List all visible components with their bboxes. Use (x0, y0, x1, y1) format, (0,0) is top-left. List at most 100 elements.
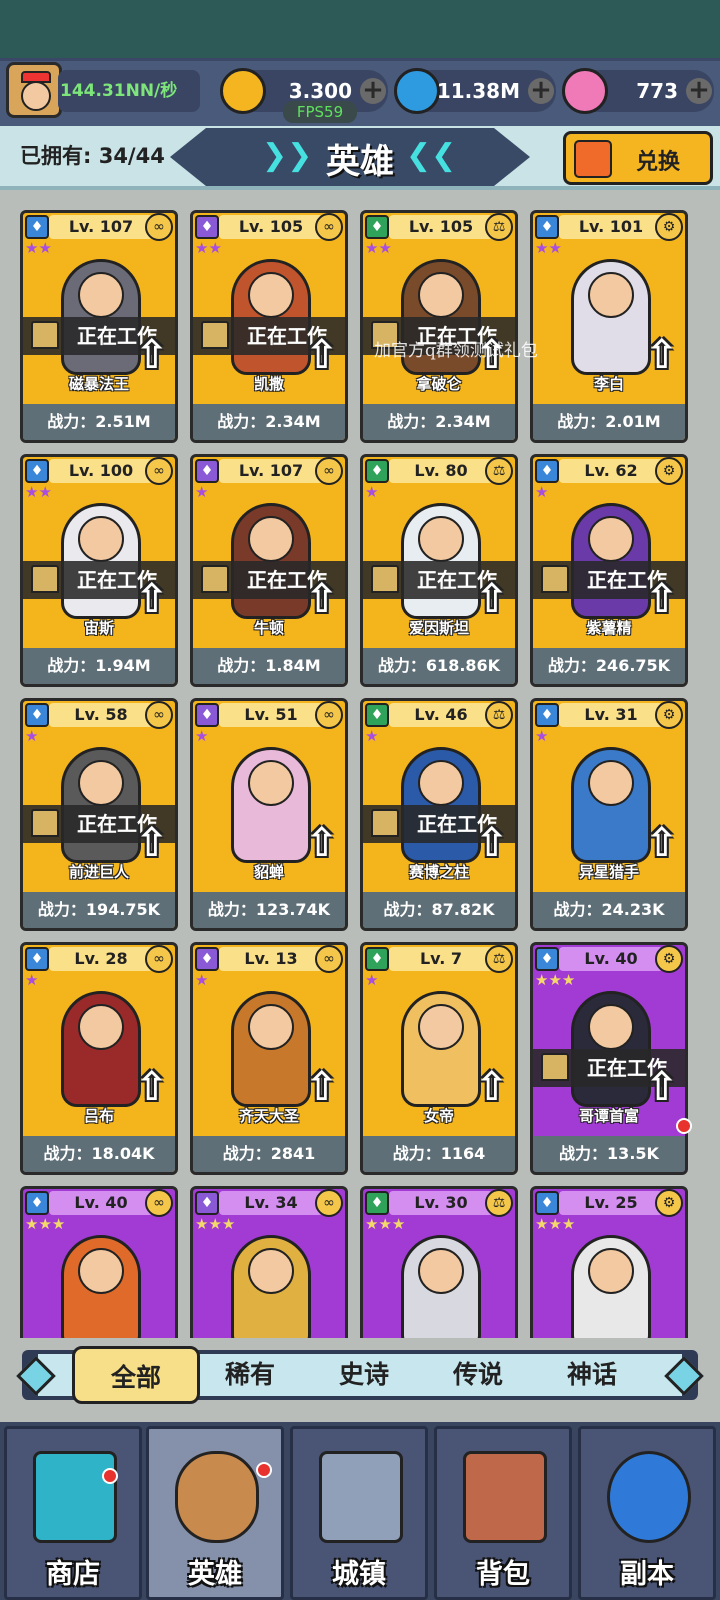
hero-power: 战力：1164 (363, 1136, 515, 1172)
hero-level: Lv. 28 (49, 947, 153, 971)
fps-counter: FPS59 (283, 101, 357, 123)
element-badge-icon: ⚙ (655, 945, 683, 973)
star-rating: ★ (25, 727, 39, 745)
hero-portrait (231, 1235, 311, 1338)
element-badge-icon: ∞ (315, 945, 343, 973)
star-rating: ★ (195, 483, 209, 501)
hero-card[interactable]: ♦ Lv. 80 ⚖ ★ 正在工作 ⇧ 爱因斯坦 战力：618.86K (360, 454, 518, 687)
class-badge-icon: ♦ (535, 215, 559, 239)
tab-epic[interactable]: 史诗 (308, 1354, 420, 1396)
element-badge-icon: ∞ (145, 945, 173, 973)
nav-heroes[interactable]: 英雄 (146, 1426, 284, 1600)
hero-power: 战力：2.01M (533, 404, 685, 440)
hero-card[interactable]: ♦ Lv. 105 ⚖ ★★ 正在工作 ⇧ 拿破仑 战力：2.34M (360, 210, 518, 443)
hero-name: 女帝 (423, 1107, 454, 1125)
redeem-label: 兑换 (636, 150, 681, 175)
building-icon (201, 565, 229, 593)
hero-power: 战力：246.75K (533, 648, 685, 684)
element-badge-icon: ∞ (315, 457, 343, 485)
hero-power: 战力：2841 (193, 1136, 345, 1172)
element-badge-icon: ∞ (315, 213, 343, 241)
hero-card[interactable]: ♦ Lv. 101 ⚙ ★★ ⇧ 李白 战力：2.01M (530, 210, 688, 443)
hero-card[interactable]: ♦ Lv. 107 ∞ ★ 正在工作 ⇧ 牛顿 战力：1.84M (190, 454, 348, 687)
hero-power: 战力：194.75K (23, 892, 175, 928)
gem-resource: 11.38M + (394, 68, 556, 114)
building-icon (31, 565, 59, 593)
candy-resource: 773 + (562, 68, 714, 114)
hero-card[interactable]: ♦ Lv. 105 ∞ ★★ 正在工作 ⇧ 凯撒 战力：2.34M (190, 210, 348, 443)
hero-card[interactable]: ♦ Lv. 28 ∞ ★ ⇧ 吕布 战力：18.04K (20, 942, 178, 1175)
tab-legendary[interactable]: 传说 (422, 1354, 534, 1396)
add-gem-button[interactable]: + (528, 77, 554, 104)
hero-card[interactable]: ♦ Lv. 46 ⚖ ★ 正在工作 ⇧ 赛博之柱 战力：87.82K (360, 698, 518, 931)
class-badge-icon: ♦ (535, 1191, 559, 1215)
add-gold-button[interactable]: + (360, 77, 386, 104)
globe-icon (607, 1451, 691, 1543)
hero-head (588, 1248, 634, 1294)
hero-card[interactable]: ♦ Lv. 13 ∞ ★ ⇧ 齐天大圣 战力：2841 (190, 942, 348, 1175)
nav-shop[interactable]: 商店 (4, 1426, 142, 1600)
nav-backpack[interactable]: 背包 (434, 1426, 572, 1600)
hero-card[interactable]: ♦ Lv. 62 ⚙ ★ 正在工作 ⇧ 紫薯精 战力：246.75K (530, 454, 688, 687)
hero-power: 战力：618.86K (363, 648, 515, 684)
class-badge-icon: ♦ (25, 947, 49, 971)
hero-card[interactable]: ♦ Lv. 58 ∞ ★ 正在工作 ⇧ 前进巨人 战力：194.75K (20, 698, 178, 931)
class-badge-icon: ♦ (195, 1191, 219, 1215)
hero-card[interactable]: ♦ Lv. 30 ⚖ ★★★ (360, 1186, 518, 1338)
tab-rare[interactable]: 稀有 (194, 1354, 306, 1396)
hero-card[interactable]: ♦ Lv. 107 ∞ ★★ 正在工作 ⇧ 磁暴法王 战力：2.51M (20, 210, 178, 443)
element-badge-icon: ⚖ (485, 945, 513, 973)
hero-name: 紫薯精 (586, 619, 632, 637)
backpack-icon (463, 1451, 547, 1543)
hero-card[interactable]: ♦ Lv. 40 ∞ ★★★ (20, 1186, 178, 1338)
hero-card[interactable]: ♦ Lv. 31 ⚙ ★ ⇧ 异星猎手 战力：24.23K (530, 698, 688, 931)
element-badge-icon: ⚖ (485, 457, 513, 485)
hero-level: Lv. 51 (219, 703, 323, 727)
element-badge-icon: ∞ (145, 701, 173, 729)
nav-dungeon-label: 副本 (620, 1559, 674, 1590)
nav-dungeon[interactable]: 副本 (578, 1426, 716, 1600)
hero-card[interactable]: ♦ Lv. 100 ∞ ★★ 正在工作 ⇧ 宙斯 战力：1.94M (20, 454, 178, 687)
chevron-left-icon: ❮❮ (406, 138, 457, 173)
nav-shop-label: 商店 (46, 1559, 100, 1590)
notification-dot (102, 1468, 118, 1484)
hero-card[interactable]: ♦ Lv. 51 ∞ ★ ⇧ 貂蝉 战力：123.74K (190, 698, 348, 931)
owned-count: 已拥有: 34/44 (20, 144, 165, 168)
hero-card[interactable]: ♦ Lv. 25 ⚙ ★★★ (530, 1186, 688, 1338)
hero-head (248, 1004, 294, 1050)
hero-card[interactable]: ♦ Lv. 7 ⚖ ★ ⇧ 女帝 战力：1164 (360, 942, 518, 1175)
hero-card[interactable]: ♦ Lv. 34 ∞ ★★★ (190, 1186, 348, 1338)
element-badge-icon: ⚖ (485, 1189, 513, 1217)
element-badge-icon: ∞ (145, 1189, 173, 1217)
player-avatar[interactable] (6, 62, 62, 118)
hero-head (248, 516, 294, 562)
nav-town[interactable]: 城镇 (290, 1426, 428, 1600)
class-badge-icon: ♦ (195, 459, 219, 483)
class-badge-icon: ♦ (365, 215, 389, 239)
hero-grid: ♦ Lv. 107 ∞ ★★ 正在工作 ⇧ 磁暴法王 战力：2.51M ♦ Lv. 105 ∞ ★★ 正… (0, 198, 720, 1338)
tab-mythic[interactable]: 神话 (536, 1354, 648, 1396)
building-icon (371, 565, 399, 593)
hero-head (418, 1248, 464, 1294)
class-badge-icon: ♦ (25, 459, 49, 483)
hero-name: 凯撒 (253, 375, 284, 393)
hero-head (78, 1004, 124, 1050)
tab-all[interactable]: 全部 (72, 1346, 200, 1404)
element-badge-icon: ∞ (145, 457, 173, 485)
add-candy-button[interactable]: + (686, 77, 712, 104)
hero-head (418, 1004, 464, 1050)
hero-level: Lv. 34 (219, 1191, 323, 1215)
hero-level: Lv. 58 (49, 703, 153, 727)
notification-dot (256, 1462, 272, 1478)
hero-level: Lv. 100 (49, 459, 153, 483)
hero-power: 战力：123.74K (193, 892, 345, 928)
hero-level: Lv. 31 (559, 703, 663, 727)
element-badge-icon: ⚙ (655, 457, 683, 485)
building-icon (31, 321, 59, 349)
star-rating: ★ (365, 483, 379, 501)
hero-card[interactable]: ♦ Lv. 40 ⚙ ★★★ 正在工作 ⇧ 哥谭首富 战力：13.5K (530, 942, 688, 1175)
element-badge-icon: ∞ (315, 1189, 343, 1217)
class-badge-icon: ♦ (365, 947, 389, 971)
class-badge-icon: ♦ (195, 215, 219, 239)
redeem-button[interactable]: 兑换 (563, 131, 713, 185)
